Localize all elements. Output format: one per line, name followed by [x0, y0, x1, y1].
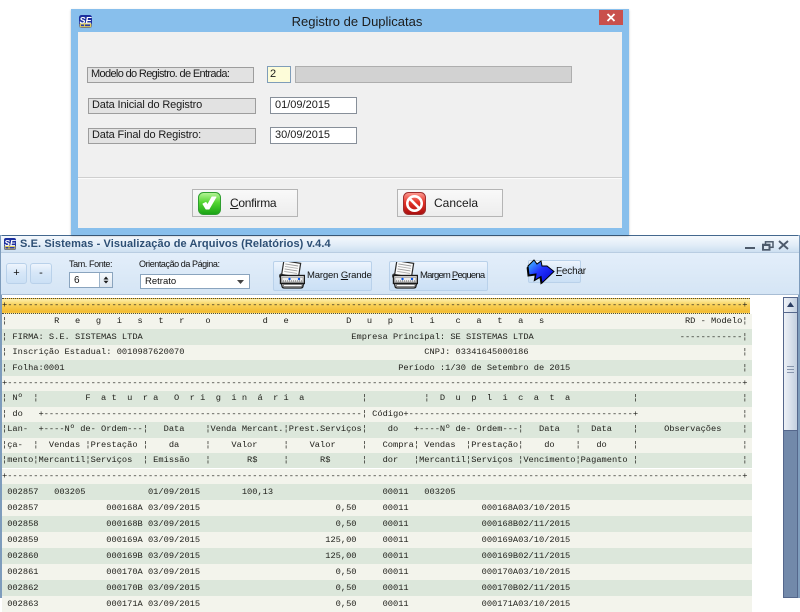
svg-text:SE: SE: [79, 16, 92, 26]
svg-text:SE: SE: [4, 238, 16, 248]
